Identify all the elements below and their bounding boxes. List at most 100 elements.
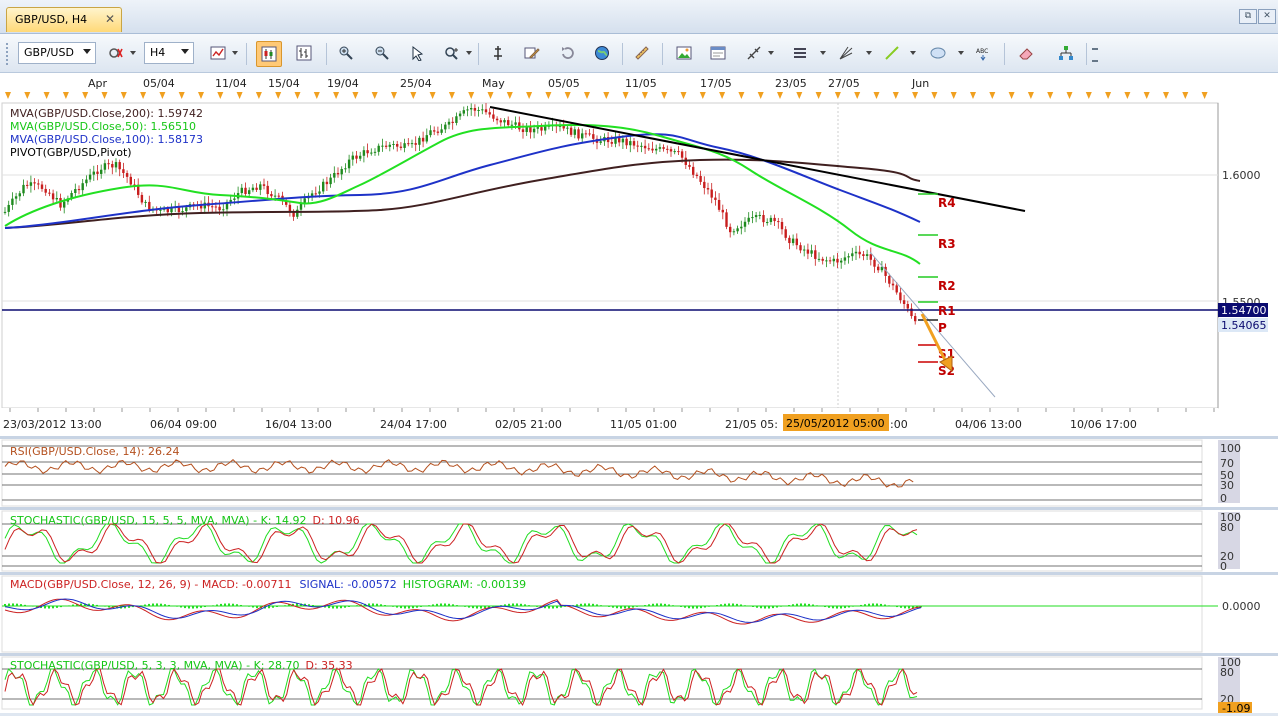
macd-bar <box>796 604 798 606</box>
chevron-down-icon[interactable] <box>910 51 916 55</box>
trendline-button[interactable] <box>880 41 904 65</box>
candle-body <box>563 126 565 129</box>
chevron-down-icon[interactable] <box>466 51 472 55</box>
macd-bar <box>420 606 422 607</box>
stoch1-axis-label: 0 <box>1220 560 1227 573</box>
svg-text:ABC: ABC <box>976 48 988 55</box>
lines-button[interactable] <box>788 41 812 65</box>
candle-body <box>107 163 109 164</box>
zoom-out-button[interactable] <box>370 41 394 65</box>
candle-body <box>418 138 420 145</box>
macd-bar <box>156 603 158 606</box>
macd-bar <box>268 606 270 608</box>
bars-button[interactable] <box>292 41 316 65</box>
macd-bar <box>504 604 506 606</box>
candle-body <box>637 146 639 147</box>
chevron-down-icon[interactable] <box>866 51 872 55</box>
ruler-button[interactable] <box>630 41 654 65</box>
candle-body <box>115 162 117 167</box>
pane-splitter[interactable] <box>0 436 1278 439</box>
pin-button[interactable] <box>486 41 510 65</box>
timeframe-select[interactable]: H4 <box>144 42 194 64</box>
candle-body <box>870 254 872 260</box>
macd-bar <box>836 606 838 609</box>
macd-bar <box>472 606 474 608</box>
macd-bar <box>592 604 594 606</box>
close-window-button[interactable]: ✕ <box>1258 9 1276 24</box>
candle-body <box>740 227 742 229</box>
cursor-button[interactable] <box>406 41 430 65</box>
macd-bar <box>620 606 622 609</box>
restore-window-button[interactable]: ⧉ <box>1239 9 1257 24</box>
edit-button[interactable] <box>520 41 544 65</box>
candle-body <box>588 133 590 134</box>
chevron-down-icon[interactable] <box>768 51 774 55</box>
candle-body <box>833 259 835 261</box>
chart-svg[interactable]: Apr05/0411/0415/0419/0425/04May05/0511/0… <box>0 73 1278 713</box>
macd-bar <box>52 606 54 608</box>
chevron-down-icon[interactable] <box>958 51 964 55</box>
symbol-value: GBP/USD <box>24 46 74 59</box>
macd-bar <box>768 606 770 608</box>
candle-body <box>592 134 594 139</box>
candle-body <box>544 126 546 130</box>
candles-button[interactable] <box>256 41 282 67</box>
text-button[interactable]: ABC <box>972 41 996 65</box>
macd-bar <box>284 605 286 606</box>
macd-bar <box>56 606 58 608</box>
candle-body <box>48 193 50 194</box>
template-button[interactable] <box>706 41 730 65</box>
zoom-in-button[interactable] <box>334 41 358 65</box>
picture-button[interactable] <box>672 41 696 65</box>
macd-bar <box>140 605 142 606</box>
candle-body <box>718 200 720 210</box>
candle-body <box>63 202 65 208</box>
ellipse-button[interactable] <box>926 41 950 65</box>
macd-bar <box>752 606 754 607</box>
candle-body <box>907 304 909 308</box>
macd-bar <box>608 606 610 607</box>
toolbar-overflow-icon[interactable] <box>1092 48 1098 62</box>
eraser-button[interactable] <box>1014 41 1038 65</box>
candle-body <box>481 109 483 110</box>
macd-bar <box>652 604 654 606</box>
candle-body <box>892 284 894 286</box>
candle-body <box>455 116 457 123</box>
crosshair-button[interactable] <box>742 41 766 65</box>
hierarchy-button[interactable] <box>1054 41 1078 65</box>
refresh-icon <box>560 45 576 61</box>
candle-body <box>703 182 705 188</box>
pane-splitter[interactable] <box>0 653 1278 656</box>
candle-body <box>122 169 124 173</box>
macd-bar <box>880 604 882 606</box>
macd-bar <box>48 606 50 609</box>
candle-body <box>633 141 635 145</box>
chart-type-button[interactable] <box>206 41 230 65</box>
chevron-down-icon[interactable] <box>130 51 136 55</box>
symbol-select[interactable]: GBP/USD <box>18 42 96 64</box>
time-label: 10/06 17:00 <box>1070 418 1137 431</box>
refresh-button[interactable] <box>556 41 580 65</box>
candle-body <box>681 151 683 157</box>
fan-button[interactable] <box>834 41 858 65</box>
symbol-compare-button[interactable] <box>104 41 128 65</box>
chevron-down-icon[interactable] <box>232 51 238 55</box>
macd-bar <box>452 604 454 606</box>
chevron-down-icon[interactable] <box>820 51 826 55</box>
candle-body <box>341 169 343 174</box>
candle-body <box>514 122 516 124</box>
chart-area[interactable]: Apr05/0411/0415/0419/0425/04May05/0511/0… <box>0 73 1278 713</box>
macd-bar <box>760 606 762 608</box>
candle-body <box>648 148 650 149</box>
chart-tab[interactable]: GBP/USD, H4 ✕ <box>6 7 122 32</box>
pane-splitter[interactable] <box>0 507 1278 510</box>
pane-splitter[interactable] <box>0 572 1278 575</box>
close-icon[interactable]: ✕ <box>105 12 115 26</box>
candle-body <box>859 252 861 254</box>
candle-body <box>829 260 831 261</box>
magnifier-button[interactable] <box>440 41 464 65</box>
candle-body <box>533 129 535 133</box>
toolbar-grip[interactable] <box>6 43 11 65</box>
globe-button[interactable] <box>590 41 614 65</box>
zoom-in-icon <box>338 45 354 61</box>
